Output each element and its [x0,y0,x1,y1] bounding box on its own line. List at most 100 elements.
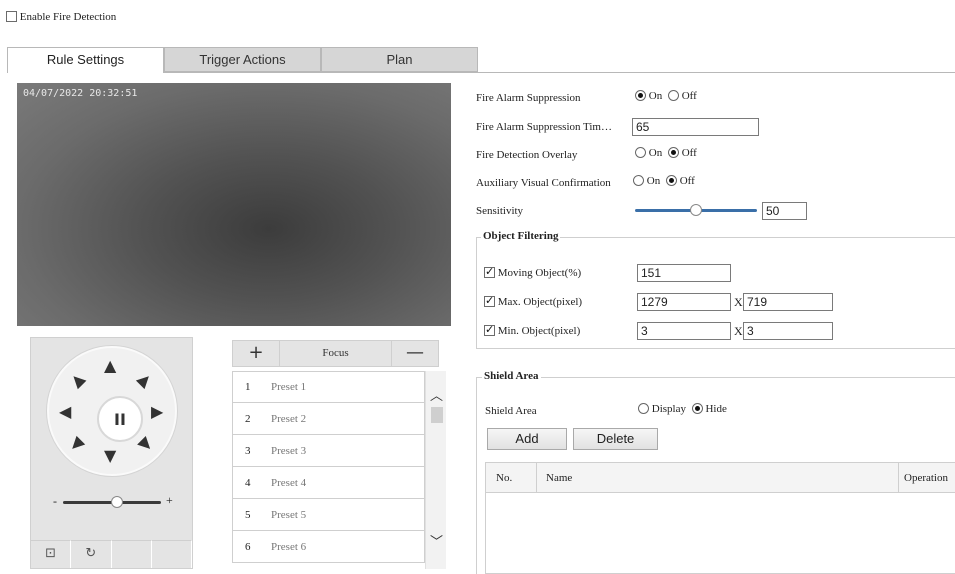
aux-visual-off-radio[interactable] [665,175,677,186]
overlay-off-label: Off [681,147,697,159]
scroll-thumb[interactable] [431,407,443,423]
focus-minus-button[interactable]: — [391,340,439,367]
suppression-options: On Off [635,90,697,102]
max-object-height-input[interactable]: 719 [743,293,833,311]
overlay-on-label: On [648,147,663,159]
video-timestamp: 04/07/2022 20:32:51 [23,88,138,99]
overlay-off-radio[interactable] [667,147,679,158]
object-filtering-title: Object Filtering [481,230,561,242]
aux-visual-label: Auxiliary Visual Confirmation [476,177,611,189]
max-object-option: Max. Object(pixel) [484,294,583,308]
column-no: No. [496,472,513,484]
arrow-down-left-icon[interactable]: ▼ [66,433,88,455]
speed-plus: + [166,493,173,507]
suppression-off-radio[interactable] [667,90,679,101]
lock-icon[interactable]: ⊡ [31,540,72,568]
list-item[interactable]: 5 Preset 5 [232,499,425,531]
suppression-off-label: Off [681,90,697,102]
min-object-width-input[interactable]: 3 [637,322,731,340]
overlay-on-radio[interactable] [635,147,646,158]
enable-fire-detection[interactable]: Enable Fire Detection [6,11,116,23]
preset-name: Preset 1 [271,381,307,393]
preset-name: Preset 6 [271,540,307,553]
column-name: Name [546,472,573,484]
ptz-speed-knob[interactable] [111,496,123,508]
moving-object-input[interactable]: 151 [637,264,731,282]
suppression-on-label: On [648,90,663,102]
suppression-on-radio[interactable] [635,90,646,101]
chevron-up-icon[interactable]: ︿ [430,385,443,404]
table-header: No. Name Operation [486,463,955,493]
shield-display-radio[interactable] [638,403,649,414]
column-divider [898,463,899,493]
min-object-height-input[interactable]: 3 [743,322,833,340]
max-object-separator: X [734,295,743,309]
overlay-label: Fire Detection Overlay [476,149,578,161]
preset-name: Preset 3 [271,444,307,457]
tab-plan[interactable]: Plan [321,47,478,72]
preset-number: 2 [245,412,251,425]
shield-area-label: Shield Area [485,405,537,417]
aux-visual-on-radio[interactable] [633,175,644,186]
ptz-tool-4[interactable] [151,540,192,568]
moving-object-checkbox[interactable] [484,265,495,278]
list-item[interactable]: 1 Preset 1 [232,371,425,403]
preset-number: 1 [245,381,251,393]
sensitivity-knob[interactable] [690,204,702,216]
arrow-down-icon[interactable]: ▼ [104,448,116,464]
shield-hide-radio[interactable] [691,403,703,414]
reset-icon[interactable]: ↻ [71,540,112,568]
enable-fire-detection-label: Enable Fire Detection [19,11,117,23]
min-object-label: Min. Object(pixel) [497,325,581,337]
max-object-checkbox[interactable] [484,294,495,307]
ptz-toolbar: ⊡ ↻ [31,540,192,568]
preset-name: Preset 4 [271,476,307,489]
preset-name: Preset 5 [271,508,307,521]
suppression-time-label: Fire Alarm Suppression Tim… [476,121,612,133]
min-object-checkbox[interactable] [484,323,495,336]
list-item[interactable]: 3 Preset 3 [232,435,425,467]
preset-scrollbar[interactable]: ︿ ﹀ [425,371,446,569]
min-object-separator: X [734,324,743,338]
preset-name: Preset 2 [271,412,307,425]
ptz-tool-3[interactable] [111,540,152,568]
enable-fire-detection-checkbox[interactable] [6,11,17,22]
preset-list: 1 Preset 1 2 Preset 2 3 Preset 3 4 Preset 4 … [232,371,425,563]
shield-hide-label: Hide [705,403,727,415]
preset-number: 3 [245,444,251,457]
max-object-width-input[interactable]: 1279 [637,293,731,311]
overlay-options: On Off [635,147,697,159]
tab-rule-settings[interactable]: Rule Settings [7,47,164,73]
tab-trigger-actions[interactable]: Trigger Actions [164,47,321,72]
arrow-left-icon[interactable]: ◀ [59,404,71,420]
list-item[interactable]: 6 Preset 6 [232,531,425,563]
aux-visual-on-label: On [646,175,661,187]
arrow-down-right-icon[interactable]: ▼ [134,433,156,455]
sensitivity-input[interactable]: 50 [762,202,807,220]
sensitivity-label: Sensitivity [476,205,524,217]
speed-minus: - [53,494,57,508]
arrow-up-right-icon[interactable]: ▲ [134,369,156,391]
delete-button[interactable]: Delete [573,428,658,450]
list-item[interactable]: 2 Preset 2 [232,403,425,435]
preset-number: 6 [245,540,251,553]
ptz-panel: ▲ ▼ ◀ ▶ ▲ ▲ ▼ ▼ II - + ⊡ ↻ [30,337,193,569]
live-video[interactable]: 04/07/2022 20:32:51 [17,83,451,326]
focus-plus-button[interactable]: + [232,340,280,367]
ptz-direction-pad: ▲ ▼ ◀ ▶ ▲ ▲ ▼ ▼ II [47,346,177,476]
pause-icon[interactable]: II [97,396,143,442]
add-button[interactable]: Add [487,428,567,450]
suppression-time-input[interactable]: 65 [632,118,759,136]
arrow-up-left-icon[interactable]: ▲ [66,369,88,391]
shield-area-title: Shield Area [482,370,541,382]
focus-label: Focus [280,340,391,367]
moving-object-label: Moving Object(%) [497,267,582,279]
list-item[interactable]: 4 Preset 4 [232,467,425,499]
aux-visual-off-label: Off [679,175,695,187]
arrow-right-icon[interactable]: ▶ [151,404,163,420]
arrow-up-icon[interactable]: ▲ [104,358,116,374]
max-object-label: Max. Object(pixel) [497,296,583,308]
shield-area-options: Display Hide [638,403,727,415]
chevron-down-icon[interactable]: ﹀ [430,531,443,550]
column-operation: Operation [904,472,948,484]
